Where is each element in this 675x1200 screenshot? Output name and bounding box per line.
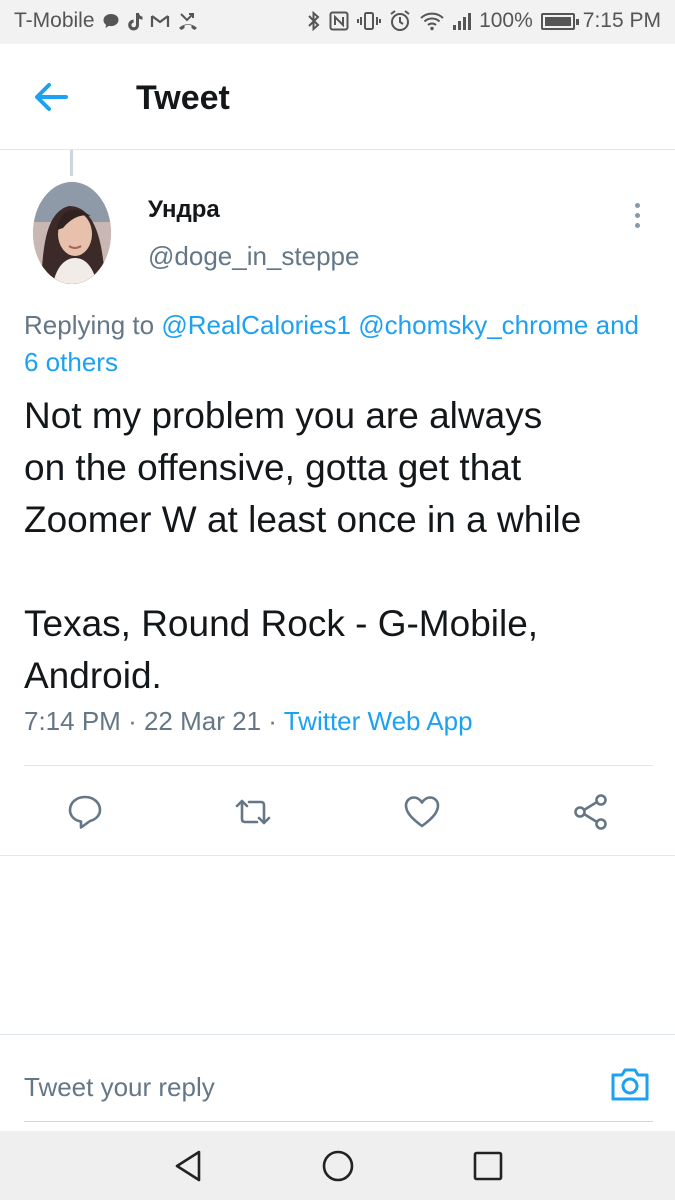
status-time: 7:15 PM	[582, 9, 661, 32]
tweet-text-line: Not my problem you are always	[24, 395, 543, 436]
battery-icon	[540, 12, 579, 30]
bluetooth-icon	[308, 11, 320, 31]
share-icon	[574, 794, 607, 830]
missed-call-icon	[178, 13, 197, 30]
status-bar: T-Mobile 100% 7:15 PM	[0, 0, 675, 44]
reply-composer	[0, 1034, 675, 1131]
more-options-button[interactable]	[620, 198, 654, 232]
more-dot-icon	[634, 212, 640, 218]
tiktok-icon	[127, 12, 143, 30]
back-button[interactable]	[26, 74, 76, 120]
retweet-button[interactable]	[231, 792, 271, 832]
more-dot-icon	[634, 222, 640, 228]
android-nav-bar	[0, 1131, 675, 1200]
tweet-source-link[interactable]: Twitter Web App	[284, 706, 473, 736]
gmail-icon	[150, 15, 169, 27]
retweet-icon	[235, 799, 271, 825]
nav-home-button[interactable]	[320, 1148, 356, 1184]
reply-input-underline	[24, 1121, 653, 1122]
battery-percent: 100%	[479, 9, 533, 32]
meta-separator: ·	[128, 706, 137, 736]
nav-back-button[interactable]	[171, 1148, 207, 1184]
camera-button[interactable]	[609, 1065, 651, 1105]
tweet-text-line: on the offensive, gotta get that	[24, 447, 522, 488]
tweet-text-line: Zoomer W at least once in a while	[24, 499, 582, 540]
tweet-text-blank-line	[24, 546, 664, 598]
tweet-date: 22 Mar 21	[143, 706, 262, 736]
reply-mention-chomsky-chrome[interactable]: @chomsky_chrome	[358, 310, 588, 340]
tweet-text-line: Texas, Round Rock - G-Mobile,	[24, 603, 539, 644]
back-triangle-icon	[175, 1150, 201, 1182]
vibrate-icon	[357, 12, 382, 30]
tweet-meta: 7:14 PM · 22 Mar 21 · Twitter Web App	[24, 706, 473, 737]
reply-input[interactable]	[24, 1067, 584, 1107]
camera-icon	[611, 1068, 649, 1101]
wifi-icon	[420, 12, 444, 31]
like-icon	[404, 796, 440, 828]
carrier-name: T-Mobile	[14, 9, 95, 32]
status-bar-right: 100% 7:15 PM	[307, 9, 661, 33]
tweet-time: 7:14 PM	[24, 706, 121, 736]
more-dot-icon	[634, 202, 640, 208]
nav-recents-button[interactable]	[470, 1148, 506, 1184]
tweet-text-line: Android.	[24, 655, 162, 696]
meta-separator: ·	[268, 706, 277, 736]
replying-to-line: Replying to @RealCalories1 @chomsky_chro…	[24, 307, 654, 381]
alarm-icon	[390, 10, 410, 31]
reply-mention-realcalories1[interactable]: @RealCalories1	[161, 310, 351, 340]
reply-button[interactable]	[65, 792, 105, 832]
page-header: Tweet	[0, 44, 675, 150]
avatar[interactable]	[33, 182, 111, 284]
signal-icon	[453, 12, 472, 30]
home-circle-icon	[322, 1150, 354, 1182]
like-button[interactable]	[402, 792, 442, 832]
tweet-text: Not my problem you are always on the off…	[24, 390, 664, 702]
back-arrow-icon	[35, 83, 68, 111]
status-bar-left: T-Mobile	[14, 9, 199, 33]
tweet-actions-bar	[0, 766, 675, 856]
nfc-icon	[329, 11, 349, 31]
share-button[interactable]	[571, 792, 611, 832]
recents-square-icon	[473, 1151, 503, 1181]
avatar-photo	[33, 182, 111, 284]
display-name[interactable]: Ундра	[148, 196, 220, 224]
user-handle[interactable]: @doge_in_steppe	[148, 241, 359, 272]
page-title: Tweet	[136, 79, 230, 117]
chat-bubble-icon	[103, 14, 119, 28]
replying-prefix: Replying to	[24, 310, 155, 340]
reply-icon	[68, 795, 102, 829]
battery-fill	[544, 16, 571, 26]
thread-connector-line	[70, 150, 73, 176]
